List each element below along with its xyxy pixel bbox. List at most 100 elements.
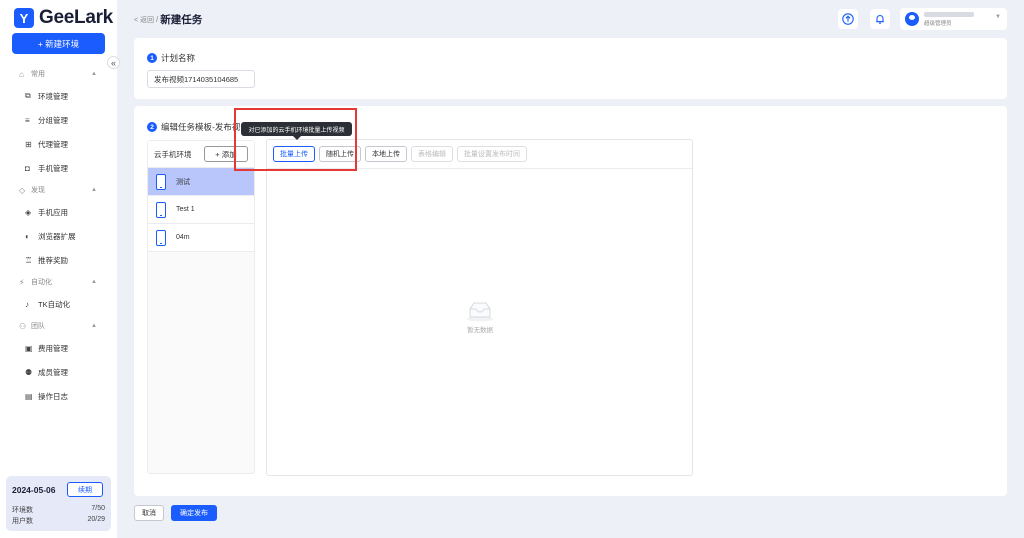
sidebar-item-phone-apps[interactable]: ◈ 手机应用 <box>0 200 117 224</box>
sidebar-item-label: 操作日志 <box>38 391 68 401</box>
user-menu[interactable]: 超级管理员 ▼ <box>900 8 1007 30</box>
batch-set-publish-time-button[interactable]: 批量设置发布时间 <box>457 146 527 162</box>
local-upload-button[interactable]: 本地上传 <box>365 146 407 162</box>
sidebar-item-label: 分组管理 <box>38 115 68 125</box>
nav-group-label: 自动化 <box>31 279 52 286</box>
stat-label: 环境数 <box>12 507 33 514</box>
extension-icon: ◐ <box>25 231 30 241</box>
stat-label: 用户数 <box>12 518 33 525</box>
empty-state: 暂无数据 <box>464 300 496 334</box>
sidebar-item-label: 手机应用 <box>38 207 68 217</box>
sidebar-item-browser-extensions[interactable]: ◐ 浏览器扩展 <box>0 224 117 248</box>
sidebar-item-tk-automation[interactable]: ♪ TK自动化 <box>0 292 117 316</box>
add-env-button[interactable]: + 添加 <box>204 146 248 162</box>
env-panel-title: 云手机环境 <box>154 149 192 159</box>
avatar <box>905 12 919 26</box>
bell-icon <box>876 15 884 24</box>
user-name-redacted <box>924 12 974 17</box>
step-title: 编辑任务模板-发布视 <box>161 122 241 132</box>
collapse-sidebar-button[interactable]: « <box>107 56 120 69</box>
cloud-phone-env-panel: 云手机环境 + 添加 测试 Test 1 04m <box>147 140 255 474</box>
step-title: 计划名称 <box>161 53 196 63</box>
chevron-up-icon: ▲ <box>91 323 97 329</box>
chevron-up-icon: ▲ <box>91 187 97 193</box>
new-environment-button[interactable]: + 新建环境 <box>12 33 105 54</box>
phone-icon <box>156 201 166 218</box>
sidebar-item-label: 代理管理 <box>38 139 68 149</box>
empty-text: 暂无数据 <box>467 327 493 334</box>
sidebar-item-billing[interactable]: ▣ 费用管理 <box>0 336 117 360</box>
sidebar: Y GeeLark + 新建环境 ⌂ 常用 ▲ ⧉ 环境管理 ≡ 分组管理 ⊞ 代理管… <box>0 0 117 538</box>
subscription-card: 2024-05-06 续期 环境数 7/50 用户数 20/29 <box>6 476 111 531</box>
upload-button[interactable] <box>838 9 858 29</box>
nav-group-common[interactable]: ⌂ 常用 ▲ <box>0 64 117 84</box>
nav-group-team[interactable]: ⚇ 团队 ▲ <box>0 316 117 336</box>
upload-toolbar: 批量上传 随机上传 本地上传 表格编辑 批量设置发布时间 <box>273 146 527 162</box>
stat-value: 7/50 <box>91 505 105 512</box>
sidebar-item-phones[interactable]: ◘ 手机管理 <box>0 156 117 180</box>
sidebar-item-referral-rewards[interactable]: ♖ 推荐奖励 <box>0 248 117 272</box>
logo-mark-icon: Y <box>14 8 34 28</box>
billing-icon: ▣ <box>25 343 33 353</box>
shield-icon: ◘ <box>25 163 30 173</box>
sidebar-item-operation-log[interactable]: ▤ 操作日志 <box>0 384 117 408</box>
env-panel-header: 云手机环境 + 添加 <box>148 141 254 168</box>
apps-icon: ◈ <box>25 207 32 217</box>
logo-text: GeeLark <box>39 7 113 28</box>
chevron-down-icon: ▼ <box>995 14 1001 20</box>
stat-value: 20/29 <box>87 516 105 523</box>
sidebar-item-groups[interactable]: ≡ 分组管理 <box>0 108 117 132</box>
env-list-item[interactable]: 04m <box>148 224 254 252</box>
nav-group-label: 团队 <box>31 323 45 330</box>
sidebar-item-label: TK自动化 <box>38 299 71 309</box>
expiry-date: 2024-05-06 <box>12 485 56 495</box>
step-number: 1 <box>147 53 157 63</box>
env-list-item[interactable]: 测试 <box>148 168 254 196</box>
env-name: Test 1 <box>176 206 195 213</box>
video-content-panel: 批量上传 随机上传 本地上传 表格编辑 批量设置发布时间 暂无数据 <box>266 139 693 476</box>
batch-upload-button[interactable]: 批量上传 <box>273 146 315 162</box>
nav-group-label: 发现 <box>31 187 45 194</box>
automation-icon: ⚡ <box>19 277 25 287</box>
phone-icon <box>156 229 166 246</box>
phone-icon <box>156 173 166 190</box>
sidebar-item-label: 浏览器扩展 <box>38 231 76 241</box>
sidebar-item-label: 环境管理 <box>38 91 68 101</box>
nav-group-discover[interactable]: ◇ 发现 ▲ <box>0 180 117 200</box>
user-count-row: 用户数 20/29 <box>12 516 105 526</box>
confirm-publish-button[interactable]: 确定发布 <box>171 505 217 521</box>
plan-name-card: 1 计划名称 发布视频1714035104685 <box>134 38 1007 99</box>
table-edit-button[interactable]: 表格编辑 <box>411 146 453 162</box>
back-link[interactable]: < 返回 <box>134 15 154 25</box>
divider <box>267 168 692 169</box>
proxy-icon: ⊞ <box>25 139 32 149</box>
cancel-button[interactable]: 取消 <box>134 505 164 521</box>
sidebar-item-proxies[interactable]: ⊞ 代理管理 <box>0 132 117 156</box>
discover-icon: ◇ <box>19 185 26 195</box>
nav-group-automation[interactable]: ⚡ 自动化 ▲ <box>0 272 117 292</box>
home-icon: ⌂ <box>19 69 24 79</box>
sidebar-item-label: 手机管理 <box>38 163 68 173</box>
renew-button[interactable]: 续期 <box>67 482 103 497</box>
plan-name-input[interactable]: 发布视频1714035104685 <box>147 70 255 88</box>
sidebar-item-label: 推荐奖励 <box>38 255 68 265</box>
step-number: 2 <box>147 122 157 132</box>
nav-group-label: 常用 <box>31 71 45 78</box>
logo[interactable]: Y GeeLark <box>14 7 113 29</box>
chevron-up-icon: ▲ <box>91 279 97 285</box>
sidebar-item-label: 费用管理 <box>38 343 68 353</box>
random-upload-button[interactable]: 随机上传 <box>319 146 361 162</box>
breadcrumb: < 返回 / 新建任务 <box>134 12 202 27</box>
sidebar-item-environments[interactable]: ⧉ 环境管理 <box>0 84 117 108</box>
tiktok-icon: ♪ <box>25 299 29 309</box>
env-name: 04m <box>176 234 190 241</box>
env-name: 测试 <box>176 178 190 186</box>
user-role: 超级管理员 <box>924 21 952 27</box>
sidebar-item-members[interactable]: ⚉ 成员管理 <box>0 360 117 384</box>
env-list-item[interactable]: Test 1 <box>148 196 254 224</box>
sidebar-nav: ⌂ 常用 ▲ ⧉ 环境管理 ≡ 分组管理 ⊞ 代理管理 ◘ 手机管理 ◇ 发现 ▲ ◈ 手… <box>0 64 117 408</box>
notification-button[interactable] <box>870 9 890 29</box>
env-count-row: 环境数 7/50 <box>12 505 105 515</box>
gift-icon: ♖ <box>25 255 33 265</box>
empty-inbox-icon <box>464 300 496 322</box>
